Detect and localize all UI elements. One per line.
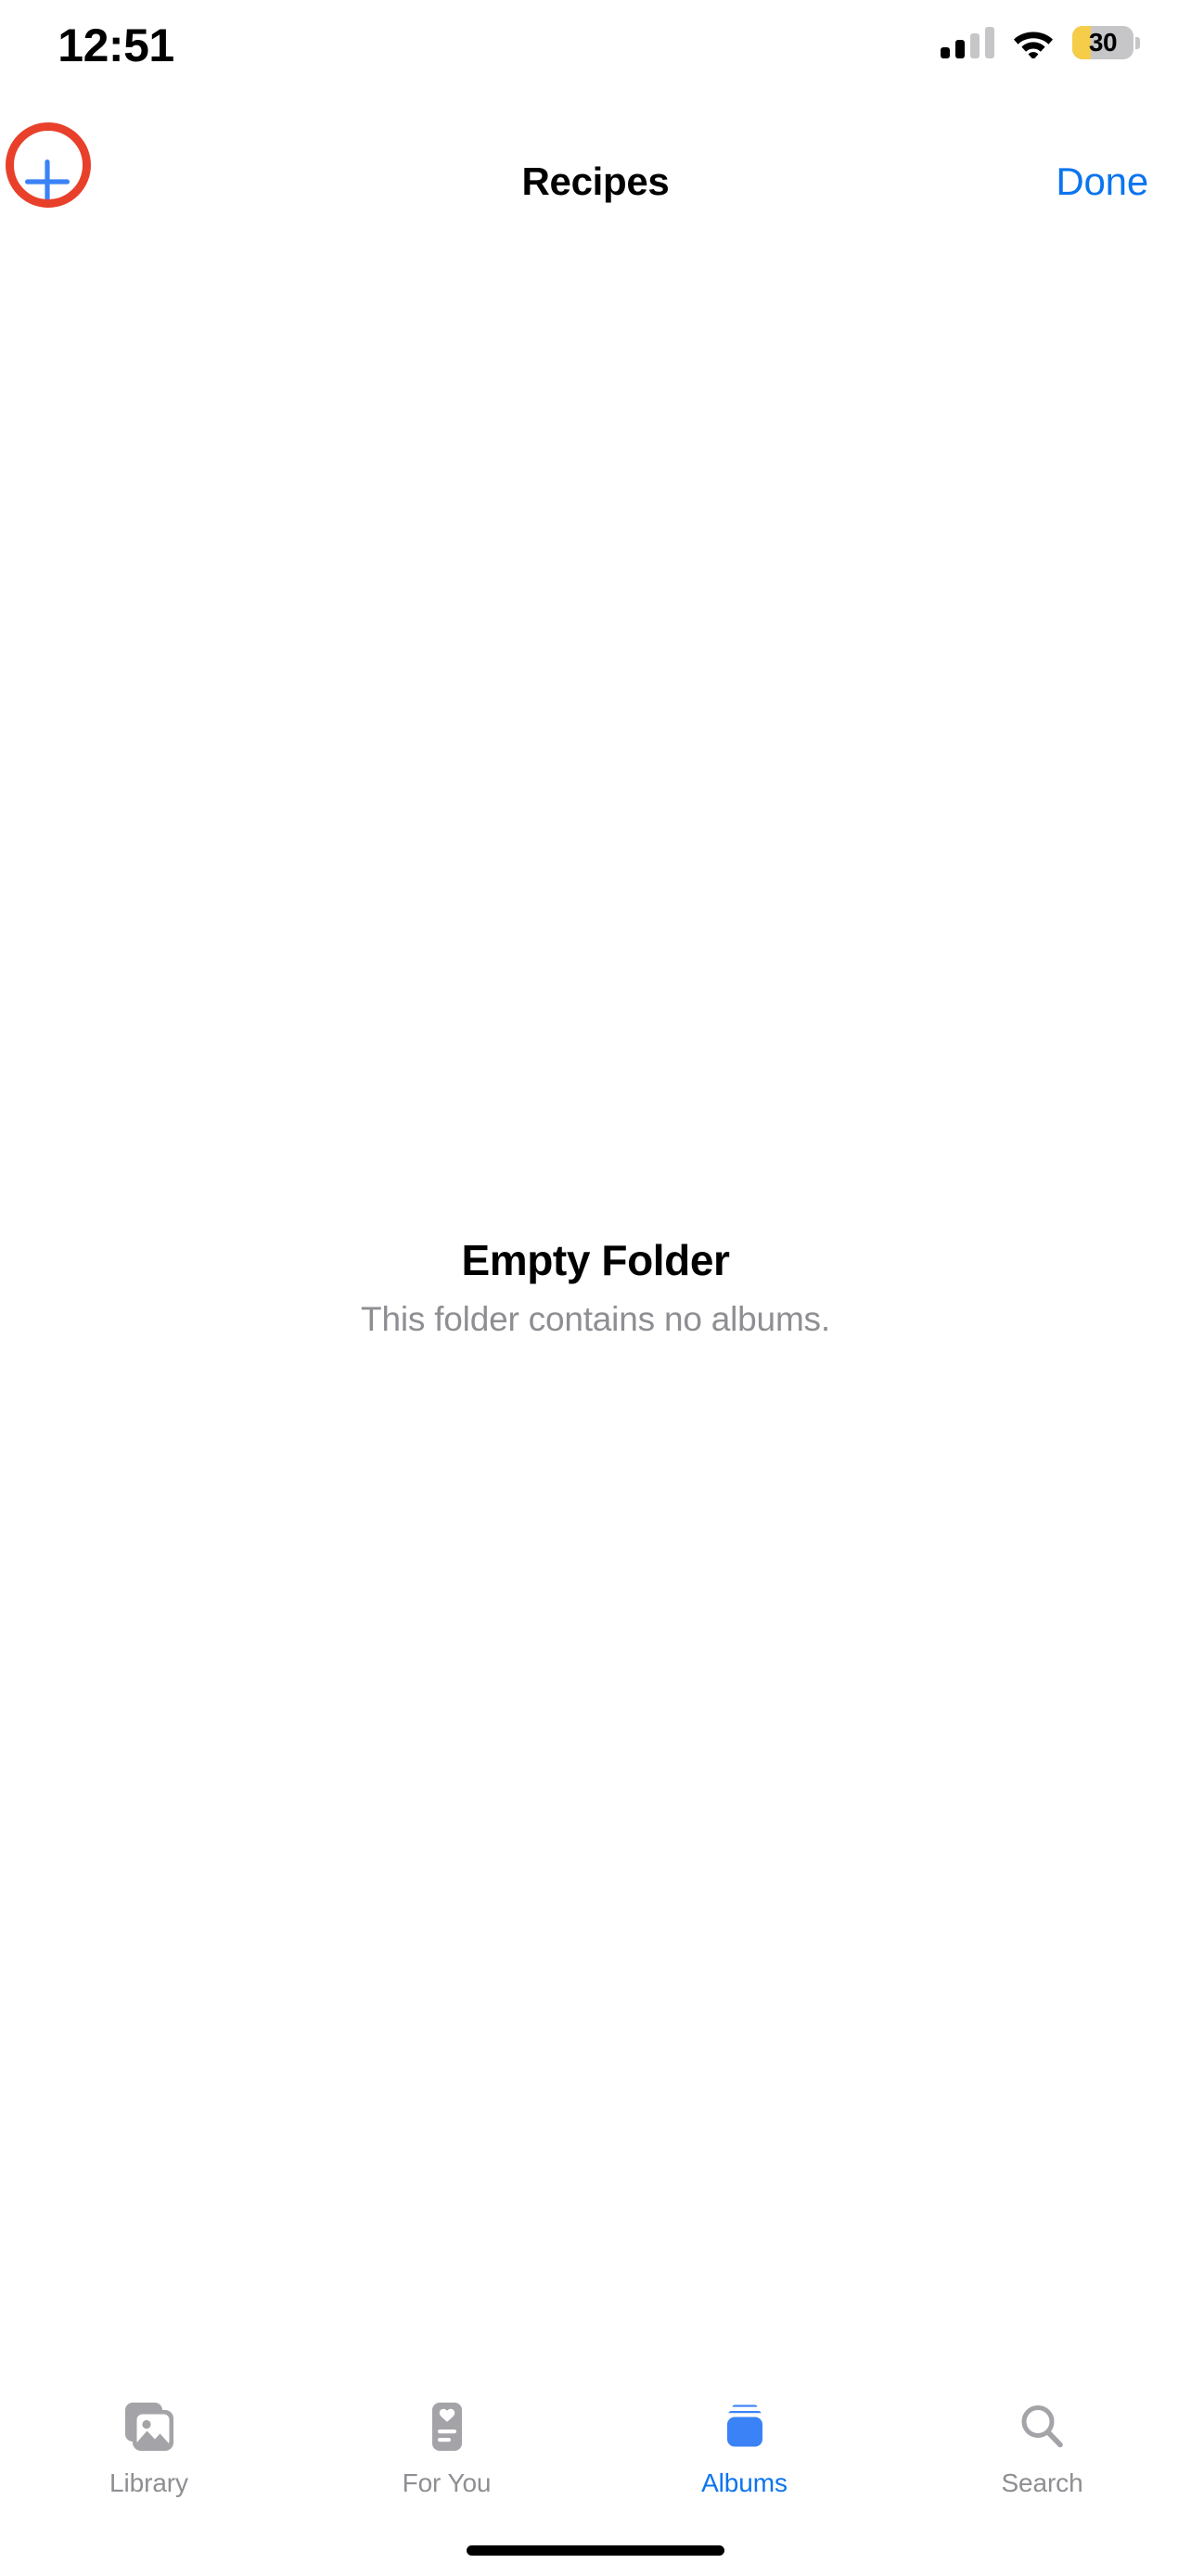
cellular-signal-icon	[941, 27, 994, 58]
battery-icon: 30	[1072, 26, 1140, 59]
tab-label-for-you: For You	[402, 2468, 492, 2497]
status-bar-time: 12:51	[58, 19, 174, 71]
status-bar: 12:51 30	[0, 0, 1191, 85]
done-button[interactable]: Done	[1056, 139, 1148, 224]
for-you-card-icon	[413, 2392, 481, 2461]
tab-library[interactable]: Library	[0, 2392, 298, 2498]
navigation-bar: Recipes Done	[0, 139, 1191, 224]
tab-bar: Library For You Albums Search	[0, 2363, 1191, 2576]
tab-label-albums: Albums	[701, 2468, 788, 2497]
empty-state-title: Empty Folder	[461, 1236, 730, 1284]
tab-label-library: Library	[109, 2468, 188, 2497]
albums-stack-icon	[711, 2392, 779, 2461]
page-title: Recipes	[521, 159, 670, 203]
battery-level-label: 30	[1088, 28, 1118, 57]
wifi-icon	[1014, 32, 1053, 58]
tab-label-search: Search	[1001, 2468, 1083, 2497]
tab-albums[interactable]: Albums	[596, 2392, 893, 2498]
status-bar-indicators: 30	[941, 26, 1140, 59]
empty-state-subtitle: This folder contains no albums.	[361, 1300, 830, 1338]
photo-stack-icon	[115, 2392, 184, 2461]
tab-for-you[interactable]: For You	[298, 2392, 596, 2498]
home-indicator	[467, 2545, 724, 2556]
magnifier-icon	[1008, 2392, 1077, 2461]
tab-search[interactable]: Search	[893, 2392, 1191, 2498]
empty-state: Empty Folder This folder contains no alb…	[0, 1233, 1191, 1341]
